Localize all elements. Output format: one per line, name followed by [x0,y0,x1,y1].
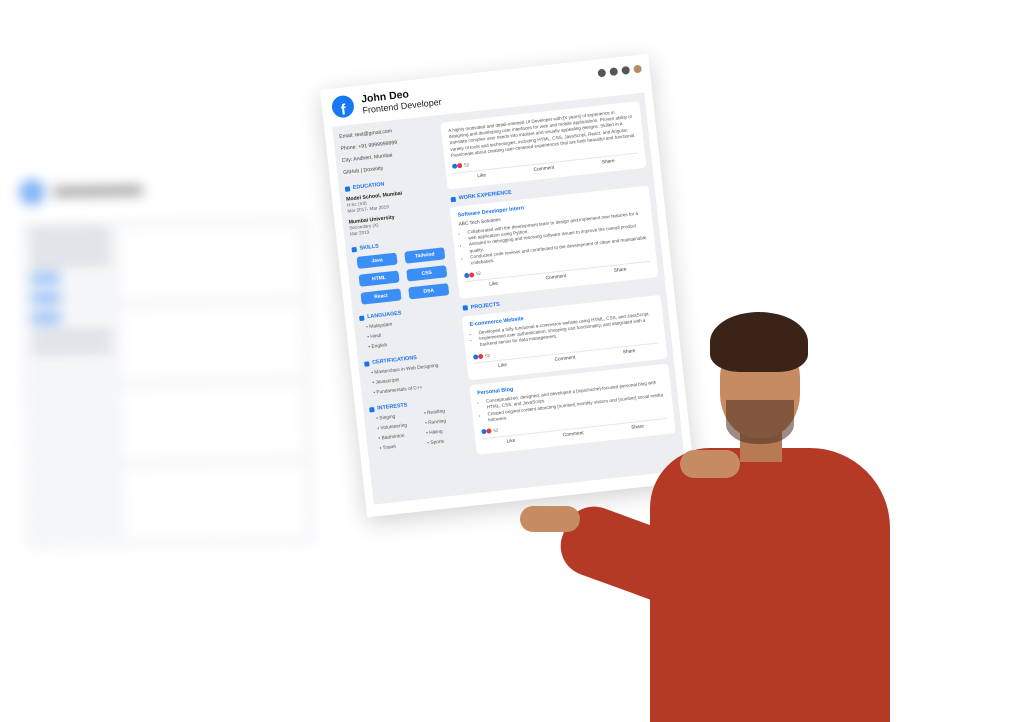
skill-chip: CSS [406,265,448,282]
like-button: Like [477,173,487,180]
reaction-count: 52 [493,427,499,433]
languages-heading: LANGUAGES [366,310,402,321]
comment-button: Comment [533,165,555,173]
share-button: Share [613,267,627,274]
skill-chip: HTML [358,270,400,287]
facebook-logo-icon: f [330,94,356,119]
blurred-resume-background [18,167,316,552]
reaction-count: 52 [475,270,482,277]
star-icon [351,246,357,252]
summary-card: A highly motivated and detail-oriented U… [440,101,647,190]
briefcase-icon [450,196,457,203]
like-button: Like [489,281,499,288]
bell-icon [621,65,631,75]
interest-item: Hiking [426,427,468,437]
reaction-count: 52 [484,352,491,358]
certificate-icon [364,360,370,367]
like-button: Like [498,363,508,370]
reaction-count: 52 [463,162,470,168]
skill-chip: Java [356,252,398,269]
certifications-heading: CERTIFICATIONS [371,355,418,366]
like-button: Like [506,438,516,445]
skill-chip: DSA [408,283,450,300]
interest-item: Travel [379,442,421,452]
hair [710,312,808,372]
interests-heading: INTERESTS [376,402,408,412]
share-button: Share [601,158,615,166]
left-hand [520,506,580,532]
hero-illustration: f John Deo Frontend Developer Email: tes… [0,0,1013,722]
skills-heading: SKILLS [359,243,380,252]
education-heading: EDUCATION [352,181,385,191]
person-figure [520,300,940,722]
avatar [633,64,643,74]
projects-icon [462,305,469,311]
grid-icon [597,68,607,78]
pointing-hand [680,450,740,478]
comment-button: Comment [545,274,567,282]
projects-heading: PROJECTS [470,301,500,311]
skill-chip: React [360,288,402,305]
heart-icon [369,406,375,412]
globe-icon [358,315,365,321]
work-card: Software Developer Intern ABC Tech Solut… [449,185,659,299]
interest-item: Running [425,417,467,427]
messenger-icon [609,67,619,77]
work-heading: WORK EXPERIENCE [458,189,513,202]
interest-item: Sports [427,437,469,447]
interest-item: Badminton [378,432,420,442]
skill-chip: Tailwind [404,247,446,264]
graduation-cap-icon [344,185,351,192]
interest-item: Volunteering [377,422,419,432]
interest-item: Singing [376,412,418,422]
beard [726,400,794,444]
interest-item: Reading [424,407,466,417]
